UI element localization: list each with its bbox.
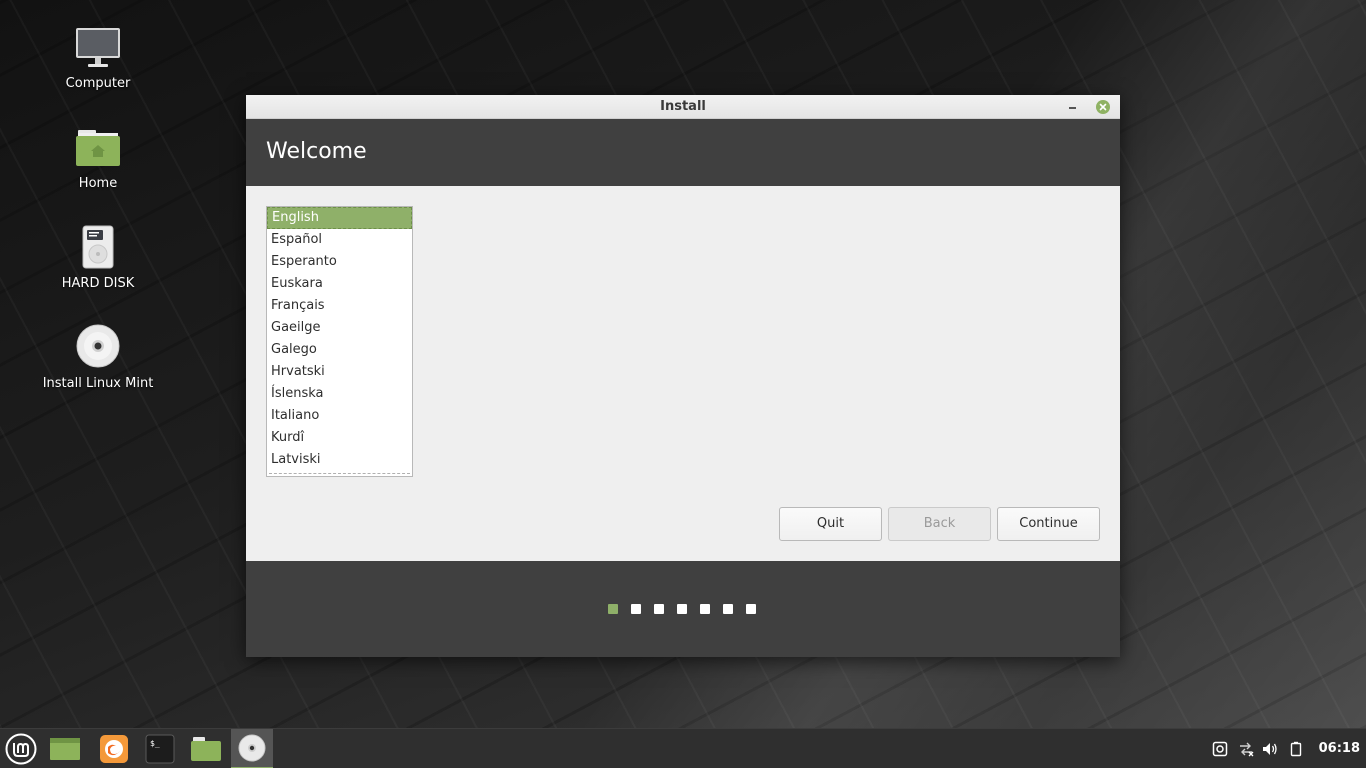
battery-icon[interactable] — [1288, 741, 1304, 757]
content-area: English Español Esperanto Euskara França… — [246, 186, 1120, 561]
desktop-icon-hard-disk[interactable]: HARD DISK — [38, 224, 158, 291]
window-title: Install — [660, 99, 706, 114]
header-band: Welcome — [246, 119, 1120, 186]
desktop-icon-label: Install Linux Mint — [42, 376, 154, 391]
step-dot — [700, 604, 710, 614]
list-scroll-edge — [269, 473, 410, 474]
clock[interactable]: 06:18 — [1319, 741, 1360, 756]
language-item-hrvatski[interactable]: Hrvatski — [267, 361, 412, 383]
language-item-islenska[interactable]: Íslenska — [267, 383, 412, 405]
network-disconnected-icon[interactable] — [1238, 741, 1254, 757]
language-item-gaeilge[interactable]: Gaeilge — [267, 317, 412, 339]
language-item-english[interactable]: English — [267, 207, 412, 229]
desktop-icon-computer[interactable]: Computer — [38, 24, 158, 91]
system-tray: 06:18 — [1206, 729, 1366, 768]
step-dot — [746, 604, 756, 614]
computer-icon — [76, 28, 120, 67]
show-desktop-button[interactable] — [44, 729, 86, 768]
language-item-francais[interactable]: Français — [267, 295, 412, 317]
desktop-icon-label: Home — [78, 176, 118, 191]
language-item-espanol[interactable]: Español — [267, 229, 412, 251]
step-dot — [677, 604, 687, 614]
footer-band — [246, 561, 1120, 657]
continue-button[interactable]: Continue — [997, 507, 1100, 541]
install-window: Install Welcome English Español Esperant… — [246, 95, 1120, 657]
folder-icon — [191, 737, 221, 761]
home-folder-icon — [76, 130, 120, 166]
language-list[interactable]: English Español Esperanto Euskara França… — [266, 206, 413, 477]
language-item-kurdi[interactable]: Kurdî — [267, 427, 412, 449]
step-dot — [631, 604, 641, 614]
quit-button[interactable]: Quit — [779, 507, 882, 541]
terminal-icon: $_ — [145, 734, 175, 764]
volume-icon[interactable] — [1262, 741, 1278, 757]
minimize-button[interactable] — [1064, 98, 1082, 116]
linux-mint-logo-icon — [5, 733, 37, 765]
step-dot — [723, 604, 733, 614]
taskbar-install-window[interactable] — [231, 729, 273, 768]
svg-text:$_: $_ — [150, 739, 160, 748]
window-titlebar[interactable]: Install — [246, 95, 1120, 119]
menu-button[interactable] — [0, 729, 42, 768]
hard-disk-icon — [82, 225, 114, 269]
step-progress-indicator — [608, 604, 756, 614]
close-button[interactable] — [1096, 100, 1110, 114]
desktop-icon — [50, 738, 80, 760]
step-dot — [654, 604, 664, 614]
terminal-launcher[interactable]: $_ — [139, 729, 181, 768]
disc-icon — [238, 734, 266, 762]
screenshot-icon[interactable] — [1212, 741, 1228, 757]
disc-icon — [76, 324, 120, 368]
language-item-latviski[interactable]: Latviski — [267, 449, 412, 471]
page-title: Welcome — [266, 139, 367, 164]
desktop-icon-install-linux-mint[interactable]: Install Linux Mint — [38, 324, 158, 391]
firefox-icon — [100, 735, 128, 763]
close-icon — [1099, 103, 1107, 111]
language-item-galego[interactable]: Galego — [267, 339, 412, 361]
language-item-italiano[interactable]: Italiano — [267, 405, 412, 427]
back-button[interactable]: Back — [888, 507, 991, 541]
files-launcher[interactable] — [185, 729, 227, 768]
language-item-esperanto[interactable]: Esperanto — [267, 251, 412, 273]
desktop-icon-home[interactable]: Home — [38, 124, 158, 191]
step-dot-current — [608, 604, 618, 614]
desktop-icon-label: Computer — [65, 76, 131, 91]
language-item-euskara[interactable]: Euskara — [267, 273, 412, 295]
desktop-icon-label: HARD DISK — [61, 276, 135, 291]
firefox-launcher[interactable] — [93, 729, 135, 768]
taskbar: $_ 06:18 — [0, 728, 1366, 768]
